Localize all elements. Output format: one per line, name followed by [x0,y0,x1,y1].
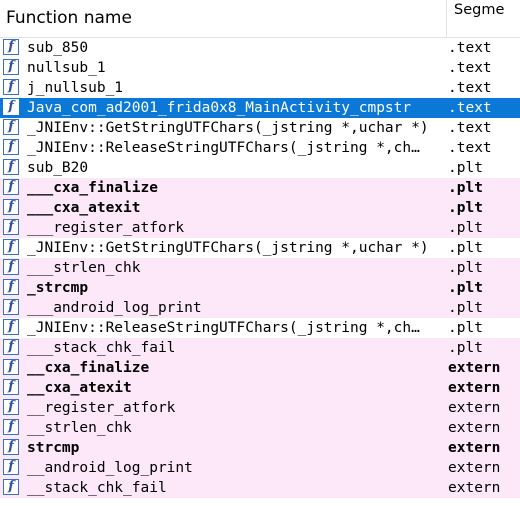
function-name: __register_atfork [27,400,176,416]
function-name: strcmp [27,440,80,456]
function-name: ___strlen_chk [27,260,141,276]
function-icon: f [3,339,19,355]
function-icon: f [3,419,19,435]
function-icon: f [3,99,19,115]
function-name: ___android_log_print [27,300,202,316]
function-segment: .plt [448,320,483,336]
function-segment: .plt [448,300,483,316]
function-name: __cxa_finalize [27,360,150,376]
function-icon: f [3,239,19,255]
function-row[interactable]: f nullsub_1 .text [0,58,520,78]
function-segment: .text [448,100,492,116]
function-row[interactable]: f _JNIEnv::ReleaseStringUTFChars(_jstring… [0,138,520,158]
function-row[interactable]: f _JNIEnv::GetStringUTFChars(_jstring *,u… [0,118,520,138]
function-icon: f [3,399,19,415]
function-icon: f [3,379,19,395]
functions-table-header: Function name Segme [0,0,520,38]
function-row[interactable]: f __android_log_print extern [0,458,520,478]
function-segment: extern [448,420,501,436]
function-icon: f [3,359,19,375]
column-header-segment[interactable]: Segme [454,0,520,20]
functions-list: f sub_850 .text f nullsub_1 .text f j_nullsub_1… [0,38,520,498]
function-row[interactable]: f ___stack_chk_fail .plt [0,338,520,358]
function-icon: f [3,319,19,335]
function-row[interactable]: f j_nullsub_1 .text [0,78,520,98]
function-segment: extern [448,400,501,416]
function-row[interactable]: f sub_850 .text [0,38,520,58]
function-name: ___cxa_finalize [27,180,158,196]
function-icon: f [3,139,19,155]
function-segment: extern [448,380,501,396]
function-row[interactable]: f ___cxa_finalize .plt [0,178,520,198]
function-icon: f [3,479,19,495]
function-row[interactable]: f ___android_log_print .plt [0,298,520,318]
function-name: _JNIEnv::GetStringUTFChars(_jstring *,uc… [27,120,429,136]
function-icon: f [3,159,19,175]
function-name: sub_850 [27,40,89,56]
function-segment: .text [448,40,492,56]
function-row[interactable]: f _JNIEnv::ReleaseStringUTFChars(_jstring… [0,318,520,338]
function-icon: f [3,259,19,275]
function-segment: .plt [448,220,483,236]
function-row[interactable]: f ___register_atfork .plt [0,218,520,238]
function-icon: f [3,279,19,295]
function-icon: f [3,179,19,195]
function-icon: f [3,79,19,95]
function-name: sub_B20 [27,160,89,176]
function-name: __strlen_chk [27,420,132,436]
function-name: j_nullsub_1 [27,80,124,96]
function-segment: extern [448,360,501,376]
function-icon: f [3,219,19,235]
function-name: __cxa_atexit [27,380,132,396]
function-name: _JNIEnv::ReleaseStringUTFChars(_jstring … [27,320,420,336]
function-segment: .plt [448,200,483,216]
function-icon: f [3,459,19,475]
function-row[interactable]: f ___strlen_chk .plt [0,258,520,278]
function-segment: extern [448,480,501,496]
function-segment: .plt [448,260,483,276]
function-segment: .plt [448,340,483,356]
function-row[interactable]: f __stack_chk_fail extern [0,478,520,498]
function-row[interactable]: f sub_B20 .plt [0,158,520,178]
column-header-function-name[interactable]: Function name [6,0,444,37]
function-row[interactable]: f __strlen_chk extern [0,418,520,438]
function-name: __android_log_print [27,460,193,476]
function-segment: .text [448,80,492,96]
function-segment: .plt [448,180,483,196]
function-name: Java_com_ad2001_frida0x8_MainActivity_cm… [27,100,412,116]
function-segment: .text [448,60,492,76]
function-name: _JNIEnv::GetStringUTFChars(_jstring *,uc… [27,240,429,256]
function-name: ___register_atfork [27,220,185,236]
function-icon: f [3,119,19,135]
function-segment: extern [448,460,501,476]
function-row[interactable]: f __cxa_atexit extern [0,378,520,398]
function-icon: f [3,199,19,215]
function-row[interactable]: f __cxa_finalize extern [0,358,520,378]
function-segment: .plt [448,240,483,256]
column-separator[interactable] [446,0,447,37]
function-segment: .text [448,120,492,136]
function-row[interactable]: f ___cxa_atexit .plt [0,198,520,218]
function-name: ___cxa_atexit [27,200,141,216]
function-segment: extern [448,440,501,456]
function-row[interactable]: f _strcmp .plt [0,278,520,298]
function-icon: f [3,299,19,315]
function-name: nullsub_1 [27,60,106,76]
function-name: __stack_chk_fail [27,480,167,496]
function-row[interactable]: f strcmp extern [0,438,520,458]
function-name: _strcmp [27,280,89,296]
function-segment: .plt [448,160,483,176]
function-row[interactable]: f __register_atfork extern [0,398,520,418]
function-segment: .text [448,140,492,156]
function-row[interactable]: f Java_com_ad2001_frida0x8_MainActivity_c… [0,98,520,118]
function-icon: f [3,39,19,55]
function-row[interactable]: f _JNIEnv::GetStringUTFChars(_jstring *,u… [0,238,520,258]
function-segment: .plt [448,280,483,296]
function-icon: f [3,439,19,455]
function-icon: f [3,59,19,75]
function-name: ___stack_chk_fail [27,340,176,356]
function-name: _JNIEnv::ReleaseStringUTFChars(_jstring … [27,140,420,156]
